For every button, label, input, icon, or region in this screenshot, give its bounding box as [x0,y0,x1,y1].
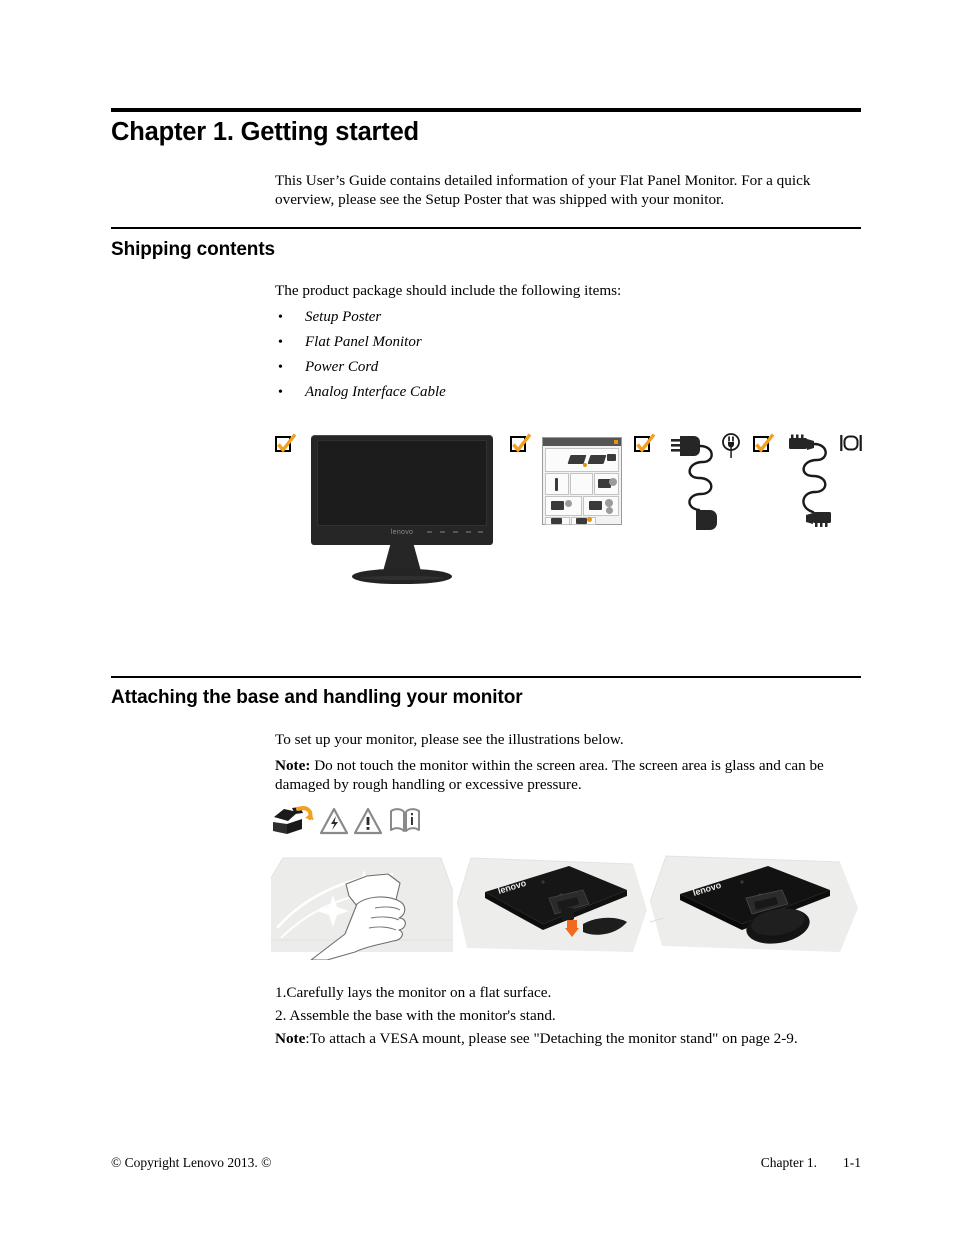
power-outlet-icon [722,433,740,458]
footer-page-number: 1-1 [843,1155,861,1170]
list-item-label: Flat Panel Monitor [305,334,422,350]
shipping-contents-list: Setup Poster Flat Panel Monitor Power Co… [275,305,775,405]
unpacking-box-icon [273,806,314,834]
poster-blob [589,501,602,510]
rule-top [111,108,861,112]
note-label: Note: [275,757,311,774]
check-box-icon [510,433,532,455]
monitor-screen [317,440,487,526]
poster-header-bar [543,438,621,446]
orange-check-glyph [755,433,775,453]
poster-blob [576,518,587,524]
orange-check-glyph [277,433,297,453]
vesa-note: Note:To attach a VESA mount, please see … [275,1027,855,1050]
poster-gray-dot [605,499,613,507]
monitor-control-buttons [427,531,483,535]
list-item-label: Power Cord [305,359,379,375]
monitor-port-icon [840,435,862,451]
monitor-bezel: lenovo [311,435,493,545]
rule-shipping [111,227,861,229]
poster-blob [587,455,607,464]
general-warning-icon [353,807,383,835]
page-title: Chapter 1. Getting started [111,118,419,146]
poster-blob [551,501,564,510]
handling-note: Note: Do not touch the monitor within th… [275,757,853,794]
poster-gray-dot [609,478,617,486]
poster-blob [607,454,616,461]
vesa-note-label: Note [275,1030,306,1047]
poster-gray-dot [606,507,613,514]
assembly-step: 1.Carefully lays the monitor on a flat s… [275,984,552,1001]
poster-gray-dot [565,500,572,507]
shipping-lead-in: The product package should include the f… [275,282,622,299]
electrical-hazard-icon [319,807,349,835]
footer-copyright: © Copyright Lenovo 2013. © [111,1155,272,1170]
document-page: Chapter 1. Getting started This User’s G… [0,0,954,1235]
footer-page-marker: Chapter 1. 1-1 [761,1155,861,1171]
assembly-steps: 1.Carefully lays the monitor on a flat s… [275,981,855,1050]
assembly-step: 2. Assemble the base with the monitor's … [275,1007,556,1024]
base-attached-illustration: lenovo [650,852,858,960]
list-item: Flat Panel Monitor [275,330,775,355]
list-item: Analog Interface Cable [275,380,775,405]
list-item-label: Setup Poster [305,309,382,325]
cleaning-screen-illustration [271,852,453,960]
rule-attaching [111,676,861,678]
check-box-icon [753,433,775,455]
orange-check-glyph [636,433,656,453]
read-manual-icon [390,808,420,832]
flat-panel-monitor-illustration: lenovo [311,435,493,584]
check-box-icon [275,433,297,455]
monitor-stand-base [352,569,452,584]
orange-check-glyph [512,433,532,453]
poster-accent-dot [587,517,592,522]
list-item-label: Analog Interface Cable [305,384,446,400]
footer-chapter-label: Chapter 1. [760,1155,817,1170]
poster-accent-dot [583,463,587,467]
note-body: Do not touch the monitor within the scre… [275,757,824,793]
list-item: Setup Poster [275,305,775,330]
section-heading-shipping-contents: Shipping contents [111,239,276,260]
poster-blob [551,518,562,524]
chapter-intro-paragraph: This User’s Guide contains detailed info… [275,172,811,208]
poster-cell [570,473,593,495]
analog-interface-cable-illustration [789,434,831,527]
poster-blob [555,478,558,491]
check-box-icon [634,433,656,455]
vesa-note-body: :To attach a VESA mount, please see "Det… [305,1030,798,1047]
section-heading-attaching-base: Attaching the base and handling your mon… [111,687,523,708]
attaching-intro: To set up your monitor, please see the i… [275,731,624,748]
attach-base-illustration: lenovo [457,852,647,960]
setup-poster-thumbnail [542,437,622,525]
list-item: Power Cord [275,355,775,380]
